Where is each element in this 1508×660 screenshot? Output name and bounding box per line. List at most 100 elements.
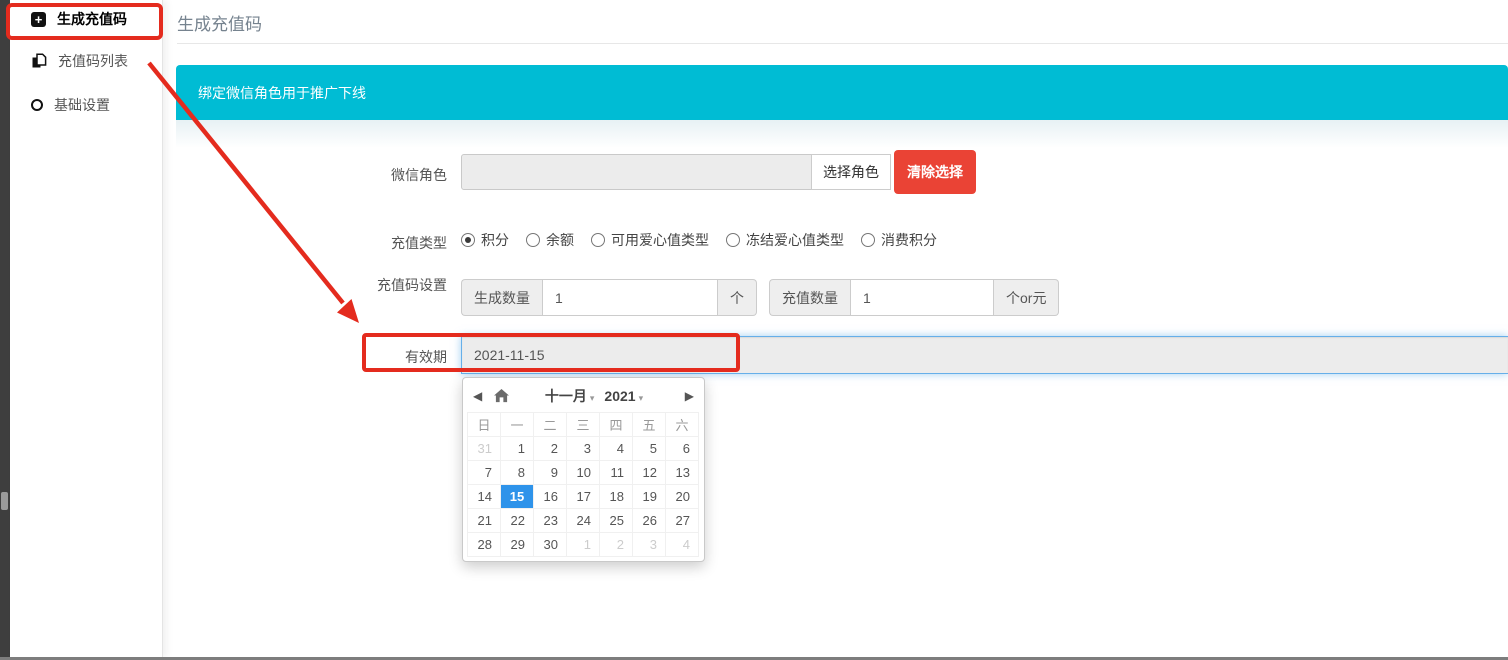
- datepicker-popup: ◀ 十一月 ▾ 2021 ▾ ▶ 日一二三四五六 311234567891011…: [462, 377, 705, 562]
- recharge-qty-addon: 充值数量: [769, 279, 850, 316]
- generate-qty-input[interactable]: [542, 279, 718, 316]
- year-label: 2021: [604, 388, 635, 404]
- recharge-type-label: 充值类型: [287, 233, 447, 253]
- select-role-button[interactable]: 选择角色: [811, 154, 891, 190]
- calendar-day-name: 五: [633, 413, 666, 437]
- calendar-day[interactable]: 23: [534, 509, 567, 533]
- sidebar-item-label: 充值码列表: [58, 51, 128, 71]
- calendar-day[interactable]: 6: [666, 437, 699, 461]
- recharge-type-radio-group: 积分 余额 可用爱心值类型 冻结爱心值类型 消费积分: [461, 230, 937, 250]
- prev-month-icon[interactable]: ◀: [467, 389, 488, 403]
- calendar-day[interactable]: 4: [666, 533, 699, 557]
- recharge-qty-input[interactable]: [850, 279, 994, 316]
- calendar-day[interactable]: 2: [600, 533, 633, 557]
- sidebar-item-basic-settings[interactable]: 基础设置: [10, 91, 162, 119]
- wechat-role-label: 微信角色: [287, 165, 447, 185]
- panel-shade: [176, 120, 1508, 148]
- calendar-day[interactable]: 22: [501, 509, 534, 533]
- calendar-table: 日一二三四五六 31123456789101112131415161718192…: [467, 412, 699, 557]
- calendar-week-row: 14151617181920: [468, 485, 699, 509]
- calendar-day[interactable]: 11: [600, 461, 633, 485]
- copy-icon: [31, 53, 47, 69]
- clear-selection-button[interactable]: 清除选择: [894, 150, 976, 194]
- calendar-day[interactable]: 17: [567, 485, 600, 509]
- recharge-qty-group: 充值数量 个or元: [769, 279, 1059, 316]
- calendar-day[interactable]: 19: [633, 485, 666, 509]
- recharge-qty-unit: 个or元: [994, 279, 1059, 316]
- sidebar-item-label: 生成充值码: [57, 9, 127, 29]
- scrollbar-handle[interactable]: [1, 492, 8, 510]
- calendar-day[interactable]: 24: [567, 509, 600, 533]
- calendar-day[interactable]: 13: [666, 461, 699, 485]
- app-window: + 生成充值码 充值码列表 基础设置 生成充值码 绑定微信角色用于推广下线 微信…: [0, 0, 1508, 660]
- calendar-day[interactable]: 14: [468, 485, 501, 509]
- radio-icon: [526, 233, 540, 247]
- circle-icon: [31, 99, 43, 111]
- calendar-day[interactable]: 25: [600, 509, 633, 533]
- plus-square-icon: +: [31, 12, 46, 27]
- calendar-day-name: 四: [600, 413, 633, 437]
- radio-label: 冻结爱心值类型: [746, 230, 844, 250]
- sidebar-item-code-list[interactable]: 充值码列表: [10, 47, 162, 75]
- calendar-day[interactable]: 2: [534, 437, 567, 461]
- validity-label: 有效期: [287, 347, 447, 367]
- year-select[interactable]: 2021 ▾: [604, 388, 643, 404]
- radio-label: 余额: [546, 230, 574, 250]
- calendar-day[interactable]: 27: [666, 509, 699, 533]
- calendar-day[interactable]: 1: [501, 437, 534, 461]
- radio-icon: [726, 233, 740, 247]
- month-select[interactable]: 十一月 ▾: [545, 386, 595, 406]
- calendar-day[interactable]: 5: [633, 437, 666, 461]
- calendar-day[interactable]: 18: [600, 485, 633, 509]
- calendar-day[interactable]: 30: [534, 533, 567, 557]
- sidebar: + 生成充值码 充值码列表 基础设置: [10, 0, 163, 657]
- calendar-day-name: 日: [468, 413, 501, 437]
- radio-label: 可用爱心值类型: [611, 230, 709, 250]
- calendar-day[interactable]: 29: [501, 533, 534, 557]
- sidebar-item-generate-code[interactable]: + 生成充值码: [10, 5, 162, 33]
- radio-icon: [461, 233, 475, 247]
- page-title: 生成充值码: [177, 10, 262, 35]
- calendar-day[interactable]: 12: [633, 461, 666, 485]
- radio-option-balance[interactable]: 余额: [526, 230, 574, 250]
- calendar-day[interactable]: 21: [468, 509, 501, 533]
- chevron-down-icon: ▾: [639, 393, 644, 404]
- calendar-day[interactable]: 20: [666, 485, 699, 509]
- calendar-day[interactable]: 4: [600, 437, 633, 461]
- calendar-day[interactable]: 3: [567, 437, 600, 461]
- chevron-down-icon: ▾: [590, 393, 595, 404]
- calendar-week-row: 2829301234: [468, 533, 699, 557]
- calendar-day[interactable]: 9: [534, 461, 567, 485]
- calendar-day[interactable]: 1: [567, 533, 600, 557]
- window-edge: [0, 0, 10, 660]
- calendar-day-name: 三: [567, 413, 600, 437]
- calendar-day[interactable]: 26: [633, 509, 666, 533]
- calendar-day[interactable]: 28: [468, 533, 501, 557]
- calendar-day[interactable]: 3: [633, 533, 666, 557]
- calendar-day[interactable]: 8: [501, 461, 534, 485]
- calendar-day[interactable]: 7: [468, 461, 501, 485]
- calendar-week-row: 78910111213: [468, 461, 699, 485]
- radio-option-points[interactable]: 积分: [461, 230, 509, 250]
- radio-option-available-love-value[interactable]: 可用爱心值类型: [591, 230, 709, 250]
- calendar-week-row: 21222324252627: [468, 509, 699, 533]
- datepicker-header: ◀ 十一月 ▾ 2021 ▾ ▶: [467, 382, 700, 410]
- generate-qty-addon: 生成数量: [461, 279, 542, 316]
- calendar-day-selected[interactable]: 15: [501, 485, 534, 509]
- validity-date-input[interactable]: [461, 336, 1508, 374]
- next-month-icon[interactable]: ▶: [679, 389, 700, 403]
- home-icon[interactable]: [494, 389, 509, 403]
- calendar-day-name: 二: [534, 413, 567, 437]
- radio-option-consume-points[interactable]: 消费积分: [861, 230, 937, 250]
- wechat-role-input[interactable]: [461, 154, 812, 190]
- calendar-week-row: 31123456: [468, 437, 699, 461]
- sidebar-item-label: 基础设置: [54, 95, 110, 115]
- calendar-day[interactable]: 10: [567, 461, 600, 485]
- panel-banner: 绑定微信角色用于推广下线: [176, 65, 1508, 120]
- calendar-day[interactable]: 16: [534, 485, 567, 509]
- calendar-day[interactable]: 31: [468, 437, 501, 461]
- radio-option-frozen-love-value[interactable]: 冻结爱心值类型: [726, 230, 844, 250]
- month-label: 十一月: [545, 386, 587, 406]
- title-divider: [177, 43, 1508, 44]
- radio-label: 消费积分: [881, 230, 937, 250]
